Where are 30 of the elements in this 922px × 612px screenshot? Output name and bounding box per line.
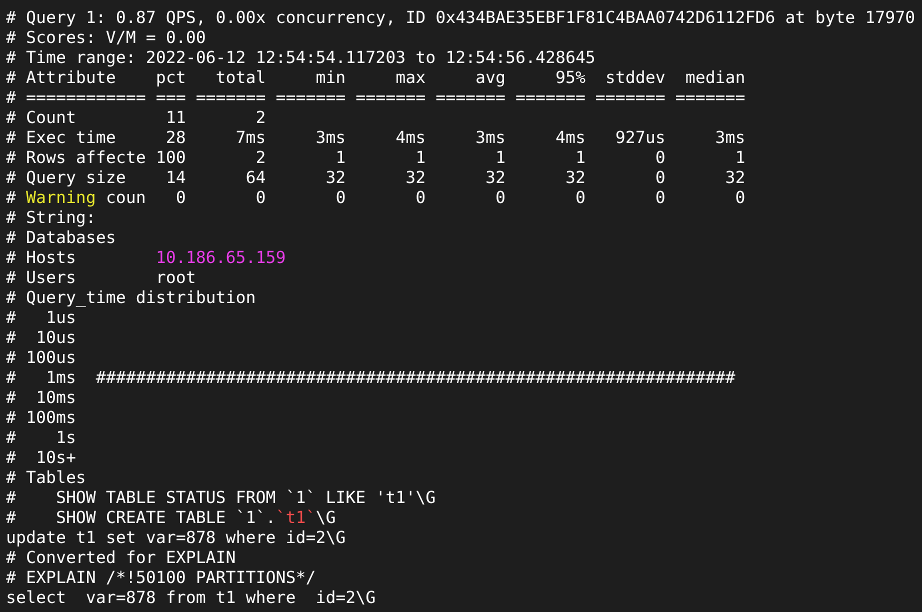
terminal-line: # Exec time 28 7ms 3ms 4ms 3ms 4ms 927us 3ms (6, 128, 746, 148)
terminal-line: # 10ms (6, 388, 76, 408)
terminal-line: # Hosts 10.186.65.159 (6, 248, 286, 268)
terminal-line: # Query size 14 64 32 32 32 32 0 32 (6, 168, 746, 188)
terminal-line: # Tables (6, 468, 86, 488)
terminal-line: # ============ === ======= ======= ======= ======= ======= ======= ======= (6, 88, 746, 108)
terminal-line: # 100ms (6, 408, 76, 428)
terminal-line: # Count 11 2 (6, 108, 266, 128)
terminal-line: # Time range: 2022-06-12 12:54:54.117203 to 12:54:56.428645 (6, 48, 596, 68)
terminal-line: # Databases (6, 228, 116, 248)
terminal-line: # String: (6, 208, 96, 228)
terminal-line: # Warning coun 0 0 0 0 0 0 0 0 (6, 188, 746, 208)
terminal-line: # 1s (6, 428, 76, 448)
terminal-line: # 100us (6, 348, 76, 368)
terminal-line: # 1ms ################################################################ (6, 368, 736, 388)
terminal-line: select var=878 from t1 where id=2\G (6, 588, 376, 608)
terminal-line: update t1 set var=878 where id=2\G (6, 528, 346, 548)
terminal-line: # 10us (6, 328, 76, 348)
terminal-line: # Scores: V/M = 0.00 (6, 28, 206, 48)
terminal-line: # Query_time distribution (6, 288, 256, 308)
terminal-line: # SHOW TABLE STATUS FROM `1` LIKE 't1'\G (6, 488, 436, 508)
terminal-line: # 1us (6, 308, 76, 328)
terminal-line: # Rows affecte 100 2 1 1 1 1 0 1 (6, 148, 746, 168)
terminal-line: # Attribute pct total min max avg 95% stddev median (6, 68, 746, 88)
terminal-line: # EXPLAIN /*!50100 PARTITIONS*/ (6, 568, 316, 588)
terminal-line: # 10s+ (6, 448, 76, 468)
terminal-line: # Users root (6, 268, 196, 288)
terminal-line: # SHOW CREATE TABLE `1`.`t1`\G (6, 508, 336, 528)
terminal-line: # Query 1: 0.87 QPS, 0.00x concurrency, ID 0x434BAE35EBF1F81C4BAA0742D6112FD6 at byte 17970 (6, 8, 916, 28)
terminal-line: # Converted for EXPLAIN (6, 548, 236, 568)
